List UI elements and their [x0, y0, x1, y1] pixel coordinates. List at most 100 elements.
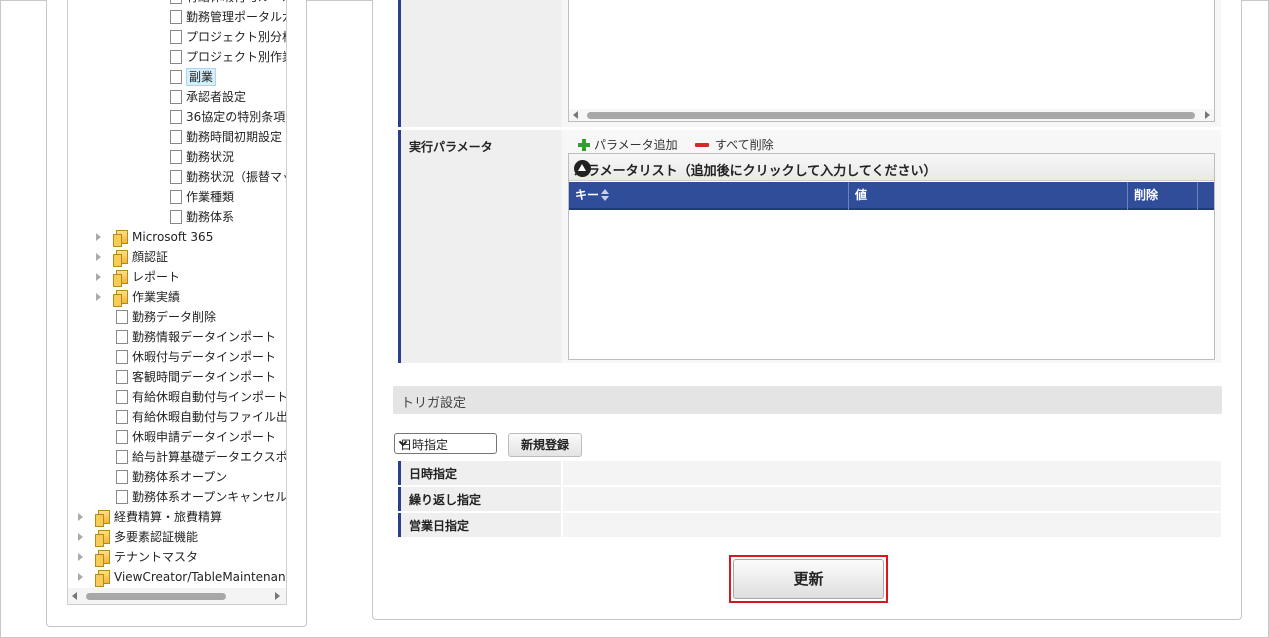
tree-item[interactable]: 36協定の特別条項 — [68, 108, 286, 127]
tree-item[interactable]: 有給休暇自動付与ファイル出 — [68, 408, 287, 427]
document-icon — [113, 390, 128, 407]
tree-item[interactable]: 勤務体系オープンキャンセル — [68, 488, 286, 507]
tree-item[interactable]: 作業実績 — [68, 288, 286, 307]
column-value-header: 値 — [849, 182, 1128, 210]
tree-item[interactable]: 給与計算基礎データエクスポ — [68, 448, 287, 467]
document-icon — [167, 190, 182, 207]
tree-item-label: ViewCreator/TableMaintenance ま — [114, 570, 287, 584]
folder-icon — [95, 530, 110, 547]
document-icon — [113, 350, 128, 367]
expand-arrow-icon[interactable] — [96, 253, 101, 261]
folder-icon — [113, 270, 128, 287]
parameter-list-header: パラメータリスト（追加後にクリックして入力してください） — [569, 154, 1214, 181]
update-button-highlight: 更新 — [729, 555, 888, 603]
tree-item[interactable]: プロジェクト別作業種 — [68, 48, 286, 67]
document-icon — [167, 10, 182, 27]
tree-item-label: 休暇付与データインポート — [132, 350, 277, 364]
folder-icon — [113, 290, 128, 307]
tree-item[interactable]: 経費精算・旅費精算 — [68, 508, 286, 527]
expand-arrow-icon[interactable] — [78, 573, 83, 581]
trigger-type-select[interactable]: 日時指定 — [394, 433, 497, 454]
scroll-right-arrow-icon[interactable] — [275, 592, 280, 600]
scrollbar-thumb[interactable] — [86, 593, 226, 600]
trigger-row-value — [563, 487, 1221, 511]
tree-item[interactable]: テナントマスタ — [68, 548, 286, 567]
tree-item[interactable]: 副業 — [68, 68, 286, 87]
tree-horizontal-scrollbar[interactable] — [68, 588, 286, 604]
document-icon — [167, 150, 182, 167]
expand-arrow-icon[interactable] — [78, 533, 83, 541]
expand-arrow-icon[interactable] — [96, 273, 101, 281]
document-icon — [167, 110, 182, 127]
tree-item-label: レポート — [132, 270, 181, 284]
tree-item-label: 承認者設定 — [186, 90, 247, 104]
scroll-right-arrow-icon[interactable] — [1205, 111, 1210, 119]
expand-arrow-icon[interactable] — [96, 293, 101, 301]
collapse-icon[interactable] — [574, 160, 591, 177]
expand-arrow-icon[interactable] — [96, 233, 101, 241]
column-key-header[interactable]: キー — [569, 182, 849, 210]
delete-all-button[interactable]: すべて削除 — [695, 136, 774, 153]
script-editor[interactable] — [568, 0, 1215, 122]
document-icon — [167, 130, 182, 147]
trigger-section-title: トリガ設定 — [401, 396, 467, 411]
expand-arrow-icon[interactable] — [78, 513, 83, 521]
scroll-left-arrow-icon[interactable] — [573, 111, 578, 119]
tree-item-label: 作業実績 — [132, 290, 181, 304]
params-label-cell: 実行パラメータ — [398, 130, 561, 363]
scroll-left-arrow-icon[interactable] — [72, 592, 77, 600]
document-icon — [167, 170, 182, 187]
tree-item[interactable]: レポート — [68, 268, 286, 287]
tree-item[interactable]: 顔認証 — [68, 248, 286, 267]
tree-item-label: 勤務情報データインポート — [132, 330, 277, 344]
script-horizontal-scrollbar[interactable] — [569, 109, 1214, 121]
tree-item-label: 勤務体系オープン — [132, 470, 228, 484]
tree-item[interactable]: 有給休暇付与ルール — [68, 0, 286, 7]
parameter-table-body[interactable] — [569, 212, 1214, 359]
folder-icon — [113, 250, 128, 267]
tree-item[interactable]: 多要素認証機能 — [68, 528, 286, 547]
tree-item-label: 36協定の特別条項 — [186, 110, 286, 124]
tree-item-label: 休暇申請データインポート — [132, 430, 277, 444]
tree-item[interactable]: 勤務時間初期設定 — [68, 128, 286, 147]
tree-item[interactable]: 勤務管理ポータルガジェ — [68, 8, 286, 27]
page-frame: 有給休暇付与ルール勤務管理ポータルガジェプロジェクト別分析プロジェクト別作業種副… — [0, 0, 1269, 638]
document-icon — [167, 30, 182, 47]
tree-item[interactable]: 勤務体系 — [68, 208, 286, 227]
tree-item[interactable]: 勤務状況 — [68, 148, 286, 167]
scrollbar-thumb[interactable] — [587, 112, 1195, 119]
tree-item[interactable]: Microsoft 365 — [68, 228, 286, 247]
tree-item[interactable]: 勤務体系オープン — [68, 468, 286, 487]
tree-item[interactable]: プロジェクト別分析 — [68, 28, 286, 47]
tree-item[interactable]: 有給休暇自動付与インポート — [68, 388, 286, 407]
document-icon — [113, 310, 128, 327]
document-icon — [113, 450, 128, 467]
tree-item[interactable]: 客観時間データインポート — [68, 368, 286, 387]
script-label-cell — [398, 0, 561, 127]
tree-item[interactable]: ViewCreator/TableMaintenance ま — [68, 568, 287, 587]
tree-item[interactable]: 承認者設定 — [68, 88, 286, 107]
tree-item[interactable]: 休暇申請データインポート — [68, 428, 286, 447]
expand-arrow-icon[interactable] — [78, 553, 83, 561]
sort-icon[interactable] — [601, 189, 610, 201]
document-icon — [113, 410, 128, 427]
tree-item-label: 有給休暇自動付与ファイル出 — [132, 410, 287, 424]
column-key-label: キー — [575, 188, 600, 202]
tree-item-label: 多要素認証機能 — [114, 530, 199, 544]
tree-item[interactable]: 勤務状況（振替マッピ — [68, 168, 286, 187]
trigger-row-label-cell: 繰り返し指定 — [398, 487, 561, 511]
tree-item-label: 給与計算基礎データエクスポ — [132, 450, 287, 464]
new-register-button[interactable]: 新規登録 — [508, 433, 582, 457]
trigger-row-label-cell: 日時指定 — [398, 461, 561, 485]
tree-panel: 有給休暇付与ルール勤務管理ポータルガジェプロジェクト別分析プロジェクト別作業種副… — [46, 0, 307, 627]
update-button[interactable]: 更新 — [733, 559, 884, 599]
document-icon — [113, 470, 128, 487]
tree-item[interactable]: 休暇付与データインポート — [68, 348, 286, 367]
add-parameter-button[interactable]: パラメータ追加 — [578, 136, 678, 153]
navigation-tree[interactable]: 有給休暇付与ルール勤務管理ポータルガジェプロジェクト別分析プロジェクト別作業種副… — [67, 0, 287, 605]
tree-item[interactable]: 勤務情報データインポート — [68, 328, 286, 347]
trigger-section-header: トリガ設定 — [393, 386, 1222, 414]
tree-item[interactable]: 作業種類 — [68, 188, 286, 207]
tree-item[interactable]: 勤務データ削除 — [68, 308, 286, 327]
document-icon — [113, 430, 128, 447]
